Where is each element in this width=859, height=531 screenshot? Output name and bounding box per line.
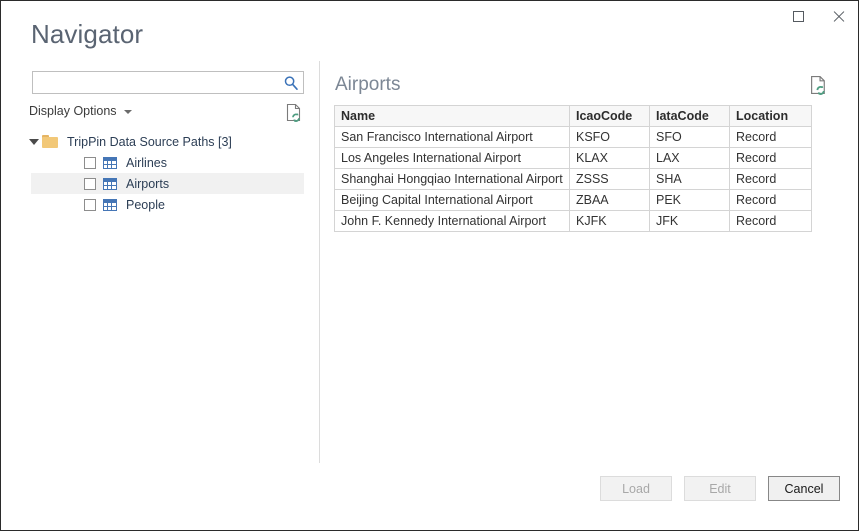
search-input[interactable] [33,72,281,93]
tree-root-label: TripPin Data Source Paths [3] [67,134,232,149]
table-cell: Record [729,189,812,211]
checkbox-people[interactable] [84,198,96,211]
dialog-footer: Load Edit Cancel [1,464,858,530]
folder-icon [42,135,58,148]
table-cell: Shanghai Hongqiao International Airport [334,168,570,190]
tree-item-label: Airports [126,176,170,191]
page-title: Navigator [31,19,144,49]
checkbox-airlines[interactable] [84,156,96,169]
search-icon[interactable] [283,75,299,91]
table-cell: John F. Kennedy International Airport [334,210,570,232]
tree-item-airlines[interactable]: Airlines [31,152,304,173]
table-row: Beijing Capital International Airport ZBA… [334,189,812,211]
table-cell: KLAX [569,147,650,169]
tree-item-airports[interactable]: Airports [31,173,304,194]
edit-button[interactable]: Edit [684,476,756,501]
tree-item-label: Airlines [126,155,167,170]
checkbox-airports[interactable] [84,177,96,190]
table-cell: Los Angeles International Airport [334,147,570,169]
cancel-button[interactable]: Cancel [768,476,840,501]
close-icon [832,10,845,23]
tree-item-people[interactable]: People [31,194,304,215]
column-header[interactable]: Name [334,105,570,127]
load-button[interactable]: Load [600,476,672,501]
display-options-label: Display Options [29,104,117,118]
table-header: Name IcaoCode IataCode Location [334,105,812,127]
preview-title: Airports [335,74,401,95]
tree-root-node[interactable]: TripPin Data Source Paths [3] [1,131,319,152]
table-cell: ZSSS [569,168,650,190]
table-icon [103,198,117,211]
table-cell: SFO [649,126,730,148]
table-header-row: Name IcaoCode IataCode Location [334,105,812,127]
table-cell: LAX [649,147,730,169]
refresh-document-icon[interactable] [286,103,303,122]
table-body: San Francisco International Airport KSFO S… [334,126,812,232]
maximize-icon [792,10,804,22]
table-row: John F. Kennedy International Airport KJF… [334,210,812,232]
table-cell: Record [729,168,812,190]
table-cell: Beijing Capital International Airport [334,189,570,211]
table-cell: PEK [649,189,730,211]
table-cell: SHA [649,168,730,190]
table-cell: Record [729,147,812,169]
source-tree: TripPin Data Source Paths [3] Airlines A… [1,131,319,215]
preview-table: Name IcaoCode IataCode Location San Francis… [334,105,812,232]
search-box[interactable] [32,71,304,94]
table-cell: Record [729,126,812,148]
table-row: Los Angeles International Airport KLAX LAX… [334,147,812,169]
table-row: San Francisco International Airport KSFO S… [334,126,812,148]
maximize-button[interactable] [778,1,818,31]
footer-button-group: Load Edit Cancel [600,476,840,501]
column-header[interactable]: Location [729,105,812,127]
table-row: Shanghai Hongqiao International Airport Z… [334,168,812,190]
table-cell: ZBAA [569,189,650,211]
table-cell: Record [729,210,812,232]
window-caption-buttons [778,1,858,31]
refresh-document-icon[interactable] [810,75,828,95]
chevron-down-icon [123,110,132,114]
navigation-pane: Display Options TripPin Data Source Path… [1,61,319,466]
close-button[interactable] [818,1,858,31]
table-icon [103,156,117,169]
display-options-dropdown[interactable]: Display Options [29,104,132,118]
column-header[interactable]: IataCode [649,105,730,127]
table-icon [103,177,117,190]
table-cell: KJFK [569,210,650,232]
tree-item-label: People [126,197,165,212]
table-cell: San Francisco International Airport [334,126,570,148]
navigator-dialog: Navigator Display Options TripPin Data S… [0,0,859,531]
chevron-expand-icon[interactable] [29,138,39,145]
preview-pane: Airports Name IcaoCode IataCode Location Sa… [320,61,858,466]
title-bar: Navigator [1,1,858,61]
column-header[interactable]: IcaoCode [569,105,650,127]
table-cell: KSFO [569,126,650,148]
table-cell: JFK [649,210,730,232]
